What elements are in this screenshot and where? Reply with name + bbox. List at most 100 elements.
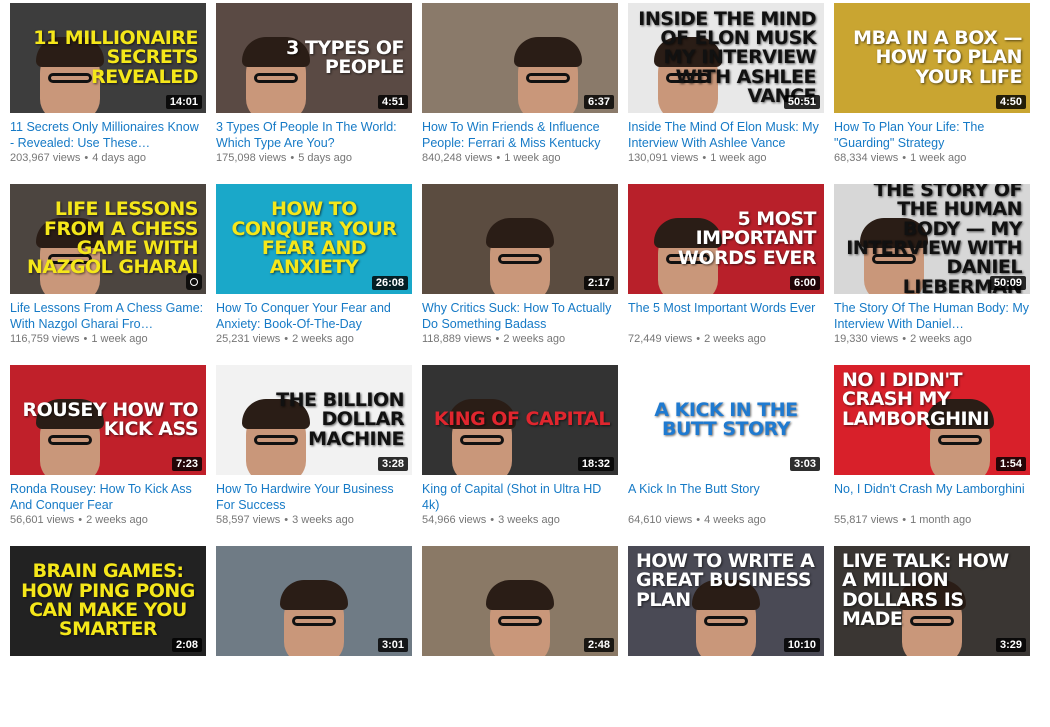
video-card[interactable]: Life Lessons from a Chess Game with Nazg… <box>10 184 206 365</box>
meta-separator: • <box>702 152 707 164</box>
meta-separator: • <box>84 152 89 164</box>
meta-separator: • <box>696 514 701 526</box>
video-thumbnail[interactable]: Live Talk: How A Million Dollars Is Made… <box>834 546 1030 656</box>
video-title-link[interactable]: No, I Didn't Crash My Lamborghini <box>834 481 1030 513</box>
video-card[interactable]: The Billion Dollar Machine 3:28 How To Har… <box>216 365 412 546</box>
view-count: 840,248 views <box>422 152 493 164</box>
upload-age: 1 week ago <box>910 152 967 164</box>
video-duration: 50:51 <box>783 95 820 109</box>
video-title-link[interactable]: How To Hardwire Your Business For Succes… <box>216 481 412 513</box>
video-thumbnail[interactable]: 2:48 <box>422 546 618 656</box>
meta-separator: • <box>902 152 907 164</box>
video-duration: 3:28 <box>377 457 408 471</box>
video-card[interactable]: No I Didn't Crash My Lamborghini 1:54 No, … <box>834 365 1030 546</box>
video-title-link[interactable]: Life Lessons From A Chess Game: With Naz… <box>10 300 206 332</box>
video-title-link[interactable]: A Kick In The Butt Story <box>628 481 824 513</box>
view-count: 58,597 views <box>216 514 281 526</box>
video-title-link[interactable] <box>10 662 206 694</box>
video-title-link[interactable]: The Story Of The Human Body: My Intervie… <box>834 300 1030 332</box>
video-card[interactable]: How to Conquer Your Fear and Anxiety 26:0… <box>216 184 412 365</box>
video-duration: 14:01 <box>165 95 202 109</box>
video-card[interactable]: 3 Types of People 4:51 3 Types Of People I… <box>216 3 412 184</box>
video-thumbnail[interactable]: Life Lessons from a Chess Game with Nazg… <box>10 184 206 294</box>
video-card[interactable]: 2:48 <box>422 546 618 727</box>
video-meta: 72,449 views • 2 weeks ago <box>628 332 824 347</box>
view-count: 203,967 views <box>10 152 81 164</box>
video-meta: 68,334 views • 1 week ago <box>834 151 1030 166</box>
video-title-link[interactable] <box>834 662 1030 694</box>
video-grid: 11 Millionaire Secrets Revealed 14:01 11 S… <box>10 3 1030 727</box>
video-thumbnail[interactable]: 3:01 <box>216 546 412 656</box>
video-duration: 50:09 <box>989 276 1026 290</box>
view-count: 25,231 views <box>216 333 281 345</box>
video-thumbnail[interactable]: MBA in a Box — How to Plan Your Life 4:50 <box>834 3 1030 113</box>
video-duration: 3:29 <box>995 638 1026 652</box>
view-count: 68,334 views <box>834 152 899 164</box>
video-thumbnail[interactable]: King of Capital 18:32 <box>422 365 618 475</box>
upload-age: 4 weeks ago <box>704 514 766 526</box>
meta-separator: • <box>902 333 907 345</box>
video-title-link[interactable] <box>628 662 824 694</box>
video-meta: 116,759 views • 1 week ago <box>10 332 206 347</box>
video-title-link[interactable]: The 5 Most Important Words Ever <box>628 300 824 332</box>
video-card[interactable]: 11 Millionaire Secrets Revealed 14:01 11 S… <box>10 3 206 184</box>
video-card[interactable]: 3:01 <box>216 546 412 727</box>
video-card[interactable]: MBA in a Box — How to Plan Your Life 4:50… <box>834 3 1030 184</box>
video-thumbnail[interactable]: The Billion Dollar Machine 3:28 <box>216 365 412 475</box>
video-thumbnail[interactable]: How to Write a Great Business Plan 10:10 <box>628 546 824 656</box>
video-duration: 10:10 <box>783 638 820 652</box>
video-meta: 19,330 views • 2 weeks ago <box>834 332 1030 347</box>
upload-age: 2 weeks ago <box>503 333 566 345</box>
upload-age: 2 weeks ago <box>292 333 354 345</box>
video-card[interactable]: Brain Games: How Ping Pong Can Make You … <box>10 546 206 727</box>
video-meta: 25,231 views • 2 weeks ago <box>216 332 412 347</box>
view-count: 64,610 views <box>628 514 693 526</box>
video-thumbnail[interactable]: A kick in the Butt Story 3:03 <box>628 365 824 475</box>
video-title-link[interactable]: 3 Types Of People In The World: Which Ty… <box>216 119 412 151</box>
video-thumbnail[interactable]: 6:37 <box>422 3 618 113</box>
video-duration: 3:01 <box>377 638 408 652</box>
video-thumbnail[interactable]: Rousey How to Kick Ass 7:23 <box>10 365 206 475</box>
video-meta: 118,889 views • 2 weeks ago <box>422 332 618 347</box>
meta-separator: • <box>495 333 500 345</box>
video-title-link[interactable]: Ronda Rousey: How To Kick Ass And Conque… <box>10 481 206 513</box>
video-title-link[interactable]: King of Capital (Shot in Ultra HD 4k) <box>422 481 618 513</box>
video-card[interactable]: Inside the Mind of Elon Musk My Intervie… <box>628 3 824 184</box>
video-thumbnail[interactable]: 3 Types of People 4:51 <box>216 3 412 113</box>
thumbnail-caption: Life Lessons from a Chess Game with Nazg… <box>27 198 198 279</box>
upload-age: 1 week ago <box>710 152 767 164</box>
video-thumbnail[interactable]: 5 Most Important Words Ever 6:00 <box>628 184 824 294</box>
video-card[interactable]: Live Talk: How A Million Dollars Is Made… <box>834 546 1030 727</box>
video-thumbnail[interactable]: The Story of the Human Body — My Intervi… <box>834 184 1030 294</box>
video-card[interactable]: 5 Most Important Words Ever 6:00 The 5 Mos… <box>628 184 824 365</box>
meta-separator: • <box>696 333 701 345</box>
video-title-link[interactable] <box>216 662 412 694</box>
video-thumbnail[interactable]: Inside the Mind of Elon Musk My Intervie… <box>628 3 824 113</box>
video-thumbnail[interactable]: No I Didn't Crash My Lamborghini 1:54 <box>834 365 1030 475</box>
video-title-link[interactable]: How To Win Friends & Influence People: F… <box>422 119 618 151</box>
video-meta: 56,601 views • 2 weeks ago <box>10 513 206 528</box>
video-meta: 130,091 views • 1 week ago <box>628 151 824 166</box>
video-title-link[interactable]: How To Conquer Your Fear and Anxiety: Bo… <box>216 300 412 332</box>
video-card[interactable]: 2:17 Why Critics Suck: How To Actually Do… <box>422 184 618 365</box>
upload-age: 4 days ago <box>92 152 147 164</box>
video-title-link[interactable]: Inside The Mind Of Elon Musk: My Intervi… <box>628 119 824 151</box>
video-card[interactable]: The Story of the Human Body — My Intervi… <box>834 184 1030 365</box>
video-title-link[interactable]: Why Critics Suck: How To Actually Do Som… <box>422 300 618 332</box>
video-duration: 6:00 <box>789 276 820 290</box>
video-thumbnail[interactable]: 11 Millionaire Secrets Revealed 14:01 <box>10 3 206 113</box>
video-title-link[interactable] <box>422 662 618 694</box>
video-thumbnail[interactable]: How to Conquer Your Fear and Anxiety 26:0… <box>216 184 412 294</box>
video-card[interactable]: King of Capital 18:32 King of Capital (Sho… <box>422 365 618 546</box>
view-count: 130,091 views <box>628 152 699 164</box>
video-title-link[interactable]: 11 Secrets Only Millionaires Know - Reve… <box>10 119 206 151</box>
video-card[interactable]: How to Write a Great Business Plan 10:10 <box>628 546 824 727</box>
video-card[interactable]: A kick in the Butt Story 3:03 A Kick In Th… <box>628 365 824 546</box>
video-card[interactable]: 6:37 How To Win Friends & Influence Peopl… <box>422 3 618 184</box>
video-thumbnail[interactable]: Brain Games: How Ping Pong Can Make You … <box>10 546 206 656</box>
video-thumbnail[interactable]: 2:17 <box>422 184 618 294</box>
video-card[interactable]: Rousey How to Kick Ass 7:23 Ronda Rousey: … <box>10 365 206 546</box>
video-title-link[interactable]: How To Plan Your Life: The "Guarding" St… <box>834 119 1030 151</box>
watch-later-icon[interactable] <box>186 274 202 290</box>
meta-separator: • <box>284 514 289 526</box>
